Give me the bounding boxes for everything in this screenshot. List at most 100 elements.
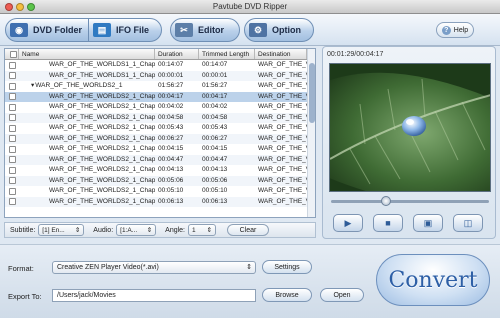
subtitle-select[interactable]: [1] En... ⇕: [38, 224, 85, 236]
row-checkbox[interactable]: [8, 166, 16, 174]
row-checkbox[interactable]: [8, 177, 16, 185]
select-all-column[interactable]: [5, 49, 19, 59]
list-scrollbar[interactable]: [307, 49, 315, 217]
row-checkbox-cell[interactable]: [5, 155, 19, 166]
row-checkbox-cell[interactable]: [5, 113, 19, 124]
row-trimmed-length: 00:04:17: [202, 92, 228, 100]
row-duration: 00:04:47: [158, 155, 184, 163]
chapter-row[interactable]: WAR_OF_THE_WORLDS2_1_Chapte 00:04:47 00:04…: [5, 154, 315, 166]
option-label: Option: [272, 25, 301, 35]
chevron-updown-icon: ⇕: [74, 227, 81, 234]
row-checkbox[interactable]: [8, 145, 16, 153]
window-title: Pavtube DVD Ripper: [212, 2, 288, 11]
title-group-row[interactable]: ▾WAR_OF_THE_WORLDS2_1 01:56:27 01:56:27 WAR…: [5, 81, 315, 92]
format-select[interactable]: Creative ZEN Player Video(*.avi) ⇕: [52, 261, 256, 274]
row-destination: WAR_OF_THE_V: [258, 103, 307, 110]
dvd-folder-button[interactable]: ◉ DVD Folder: [6, 19, 88, 41]
row-checkbox-cell[interactable]: [5, 71, 19, 82]
row-name: WAR_OF_THE_WORLDS1_1_Chapte: [19, 60, 155, 71]
close-window-button[interactable]: [5, 3, 13, 11]
row-checkbox-cell[interactable]: [5, 134, 19, 145]
preview-timecode: 00:01:29/00:04:17: [327, 51, 384, 58]
chapter-row[interactable]: WAR_OF_THE_WORLDS1_1_Chapte 00:00:01 00:00…: [5, 70, 315, 82]
row-checkbox-cell[interactable]: [5, 176, 19, 187]
row-checkbox[interactable]: [8, 103, 16, 111]
open-snapshot-folder-button[interactable]: ◫: [453, 214, 483, 232]
convert-button[interactable]: Convert: [376, 254, 490, 306]
column-destination[interactable]: Destination: [255, 49, 307, 59]
option-button[interactable]: ⚙ Option: [244, 18, 314, 42]
row-trimmed-length: 00:14:07: [202, 61, 228, 68]
open-button[interactable]: Open: [320, 288, 364, 302]
row-checkbox-cell[interactable]: [5, 102, 19, 113]
chapter-row[interactable]: WAR_OF_THE_WORLDS2_1_Chapte 00:04:17 00:04…: [5, 91, 315, 103]
row-checkbox[interactable]: [8, 187, 16, 195]
format-label: Format:: [8, 264, 34, 273]
column-trimmed-length[interactable]: Trimmed Length: [199, 49, 255, 59]
row-checkbox-cell[interactable]: [5, 81, 19, 92]
select-all-checkbox[interactable]: [9, 50, 17, 58]
clear-button[interactable]: Clear: [227, 224, 270, 236]
snapshot-button[interactable]: ▣: [413, 214, 443, 232]
row-checkbox-cell[interactable]: [5, 186, 19, 197]
row-checkbox-cell[interactable]: [5, 144, 19, 155]
ifo-file-button[interactable]: ▤ IFO File: [88, 19, 155, 41]
settings-button[interactable]: Settings: [262, 260, 312, 274]
row-name: WAR_OF_THE_WORLDS1_1_Chapte: [19, 71, 155, 82]
column-name[interactable]: Name: [19, 49, 155, 59]
row-checkbox[interactable]: [8, 156, 16, 164]
row-duration: 00:06:13: [158, 197, 184, 205]
row-duration: 00:04:15: [158, 145, 184, 152]
row-trimmed-length: 00:04:47: [202, 155, 228, 163]
chapter-row[interactable]: WAR_OF_THE_WORLDS2_1_Chapte 00:04:13 00:04…: [5, 165, 315, 176]
angle-select[interactable]: 1 ⇕: [188, 224, 217, 236]
row-checkbox[interactable]: [8, 198, 16, 206]
row-destination: WAR_OF_THE_V: [258, 197, 307, 205]
row-checkbox[interactable]: [8, 93, 16, 101]
list-scroll-thumb[interactable]: [309, 63, 315, 123]
chapter-row[interactable]: WAR_OF_THE_WORLDS2_1_Chapte 00:06:13 00:06…: [5, 196, 315, 208]
row-checkbox[interactable]: [8, 82, 16, 90]
chapter-row[interactable]: WAR_OF_THE_WORLDS2_1_Chapte 00:05:43 00:05…: [5, 123, 315, 134]
row-destination: WAR_OF_THE_V: [258, 134, 307, 142]
editor-button[interactable]: ✂ Editor: [170, 18, 240, 42]
row-name-text: WAR_OF_THE_WORLDS2_1_Chapte: [49, 134, 155, 142]
row-checkbox[interactable]: [8, 114, 16, 122]
chapter-row[interactable]: WAR_OF_THE_WORLDS2_1_Chapte 00:04:58 00:04…: [5, 112, 315, 124]
row-checkbox[interactable]: [8, 61, 16, 69]
help-button[interactable]: ? Help: [436, 22, 474, 38]
export-path-input[interactable]: /Users/jack/Movies: [52, 289, 256, 302]
audio-select[interactable]: [1:A... ⇕: [116, 224, 157, 236]
folder-icon: ◫: [463, 217, 473, 228]
row-checkbox-cell[interactable]: [5, 123, 19, 134]
chapter-row[interactable]: WAR_OF_THE_WORLDS2_1_Chapte 00:06:27 00:06…: [5, 133, 315, 145]
list-rows: WAR_OF_THE_WORLDS1_1_Chapte 00:14:07 00:14…: [5, 60, 315, 207]
row-checkbox[interactable]: [8, 135, 16, 143]
row-checkbox-cell[interactable]: [5, 92, 19, 103]
browse-button[interactable]: Browse: [262, 288, 312, 302]
row-checkbox[interactable]: [8, 124, 16, 132]
editor-icon: ✂: [175, 23, 193, 37]
audio-label: Audio:: [93, 226, 114, 234]
row-name: WAR_OF_THE_WORLDS2_1_Chapte: [19, 102, 155, 113]
row-checkbox-cell[interactable]: [5, 197, 19, 208]
chapter-row[interactable]: WAR_OF_THE_WORLDS2_1_Chapte 00:04:15 00:04…: [5, 144, 315, 155]
stop-button[interactable]: ■: [373, 214, 403, 232]
row-checkbox-cell[interactable]: [5, 165, 19, 176]
seek-bar[interactable]: [331, 200, 489, 203]
disclosure-triangle-icon[interactable]: ▾: [31, 82, 34, 89]
row-name: WAR_OF_THE_WORLDS2_1_Chapte: [19, 92, 155, 103]
chapter-row[interactable]: WAR_OF_THE_WORLDS2_1_Chapte 00:05:06 00:05…: [5, 175, 315, 187]
play-button[interactable]: ▶: [333, 214, 363, 232]
column-duration[interactable]: Duration: [155, 49, 199, 59]
seek-handle[interactable]: [381, 196, 392, 206]
zoom-window-button[interactable]: [27, 3, 35, 11]
minimize-window-button[interactable]: [16, 3, 24, 11]
chapter-row[interactable]: WAR_OF_THE_WORLDS1_1_Chapte 00:14:07 00:14…: [5, 60, 315, 71]
row-checkbox-cell[interactable]: [5, 60, 19, 71]
row-name: WAR_OF_THE_WORLDS2_1_Chapte: [19, 134, 155, 145]
row-checkbox[interactable]: [8, 72, 16, 80]
chapter-row[interactable]: WAR_OF_THE_WORLDS2_1_Chapte 00:05:10 00:05…: [5, 186, 315, 197]
chapter-row[interactable]: WAR_OF_THE_WORLDS2_1_Chapte 00:04:02 00:04…: [5, 102, 315, 113]
toolbar: ◉ DVD Folder ▤ IFO File ✂ Editor ⚙ Optio…: [0, 14, 500, 46]
